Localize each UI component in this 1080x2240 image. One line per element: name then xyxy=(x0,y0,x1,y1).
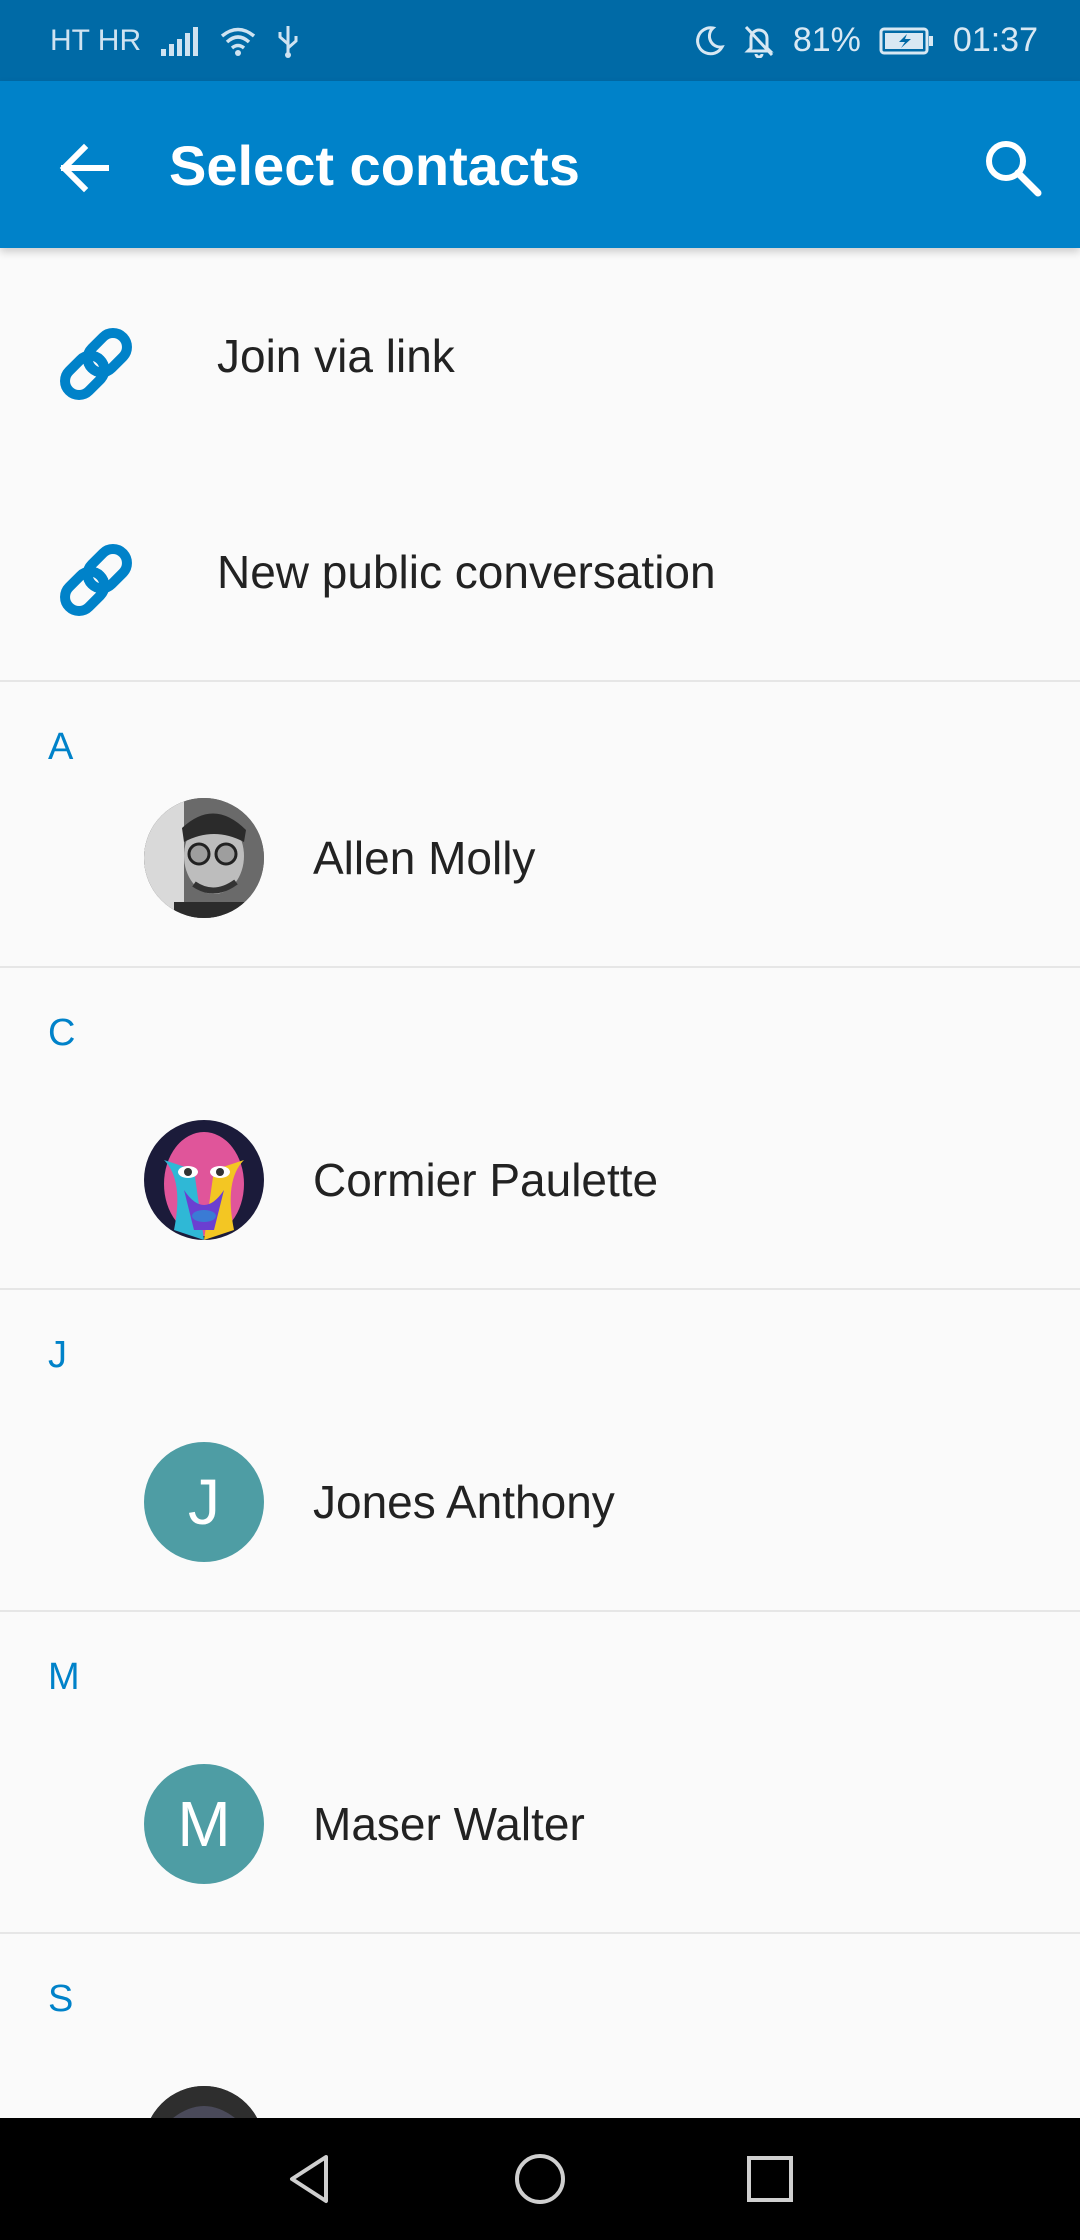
section-m: M M Maser Walter xyxy=(0,1612,1080,1932)
app-bar: Select contacts xyxy=(0,81,1080,248)
section-letter: M xyxy=(48,1656,80,1698)
nav-home-icon[interactable] xyxy=(510,2149,570,2209)
carrier-label: HT HR xyxy=(50,23,142,57)
section-letter: A xyxy=(48,726,74,768)
status-bar: HT HR 81% 01:37 xyxy=(0,0,1080,81)
contact-row-jones-anthony[interactable]: J Jones Anthony xyxy=(0,1442,1080,1582)
wifi-icon xyxy=(221,27,256,56)
contact-row-partial[interactable] xyxy=(0,2086,1080,2118)
new-public-conversation-label: New public conversation xyxy=(217,546,716,598)
contact-row-allen-molly[interactable]: Allen Molly xyxy=(0,798,1080,938)
signal-icon xyxy=(161,26,199,56)
arrow-back-icon[interactable] xyxy=(50,133,120,203)
status-bar-left: HT HR xyxy=(50,24,301,58)
page-title: Select contacts xyxy=(169,134,580,197)
avatar xyxy=(144,2086,264,2118)
battery-percent: 81% xyxy=(792,21,861,59)
join-via-link-label: Join via link xyxy=(217,330,455,382)
section-s: S xyxy=(0,1934,1080,2118)
section-letter: S xyxy=(48,1978,74,2020)
section-a: A Allen Molly xyxy=(0,682,1080,966)
contact-name: Jones Anthony xyxy=(313,1476,615,1528)
contact-name: Allen Molly xyxy=(313,832,536,884)
navigation-bar xyxy=(0,2118,1080,2240)
bell-off-icon xyxy=(744,25,774,58)
usb-icon xyxy=(278,25,298,58)
link-icon xyxy=(60,328,132,400)
moon-icon xyxy=(695,25,725,55)
section-letter: C xyxy=(48,1012,76,1054)
new-public-conversation-button[interactable]: New public conversation xyxy=(0,464,1080,680)
contact-row-cormier-paulette[interactable]: Cormier Paulette xyxy=(0,1120,1080,1260)
avatar: J xyxy=(144,1442,264,1562)
contact-row-maser-walter[interactable]: M Maser Walter xyxy=(0,1764,1080,1904)
contact-name: Cormier Paulette xyxy=(313,1154,659,1206)
link-icon xyxy=(60,544,132,616)
join-via-link-button[interactable]: Join via link xyxy=(0,248,1080,464)
section-c: C Cormier Paulette xyxy=(0,968,1080,1288)
section-letter: J xyxy=(48,1334,67,1376)
nav-recents-icon[interactable] xyxy=(740,2149,800,2209)
clock-time: 01:37 xyxy=(952,21,1038,59)
battery-charging-icon xyxy=(879,27,933,54)
section-j: J J Jones Anthony xyxy=(0,1290,1080,1610)
avatar xyxy=(144,1120,264,1240)
contact-name: Maser Walter xyxy=(313,1798,585,1850)
avatar xyxy=(144,798,264,918)
search-icon[interactable] xyxy=(978,133,1048,203)
status-bar-right: 81% 01:37 xyxy=(693,21,1038,60)
nav-back-icon[interactable] xyxy=(280,2149,340,2209)
avatar: M xyxy=(144,1764,264,1884)
